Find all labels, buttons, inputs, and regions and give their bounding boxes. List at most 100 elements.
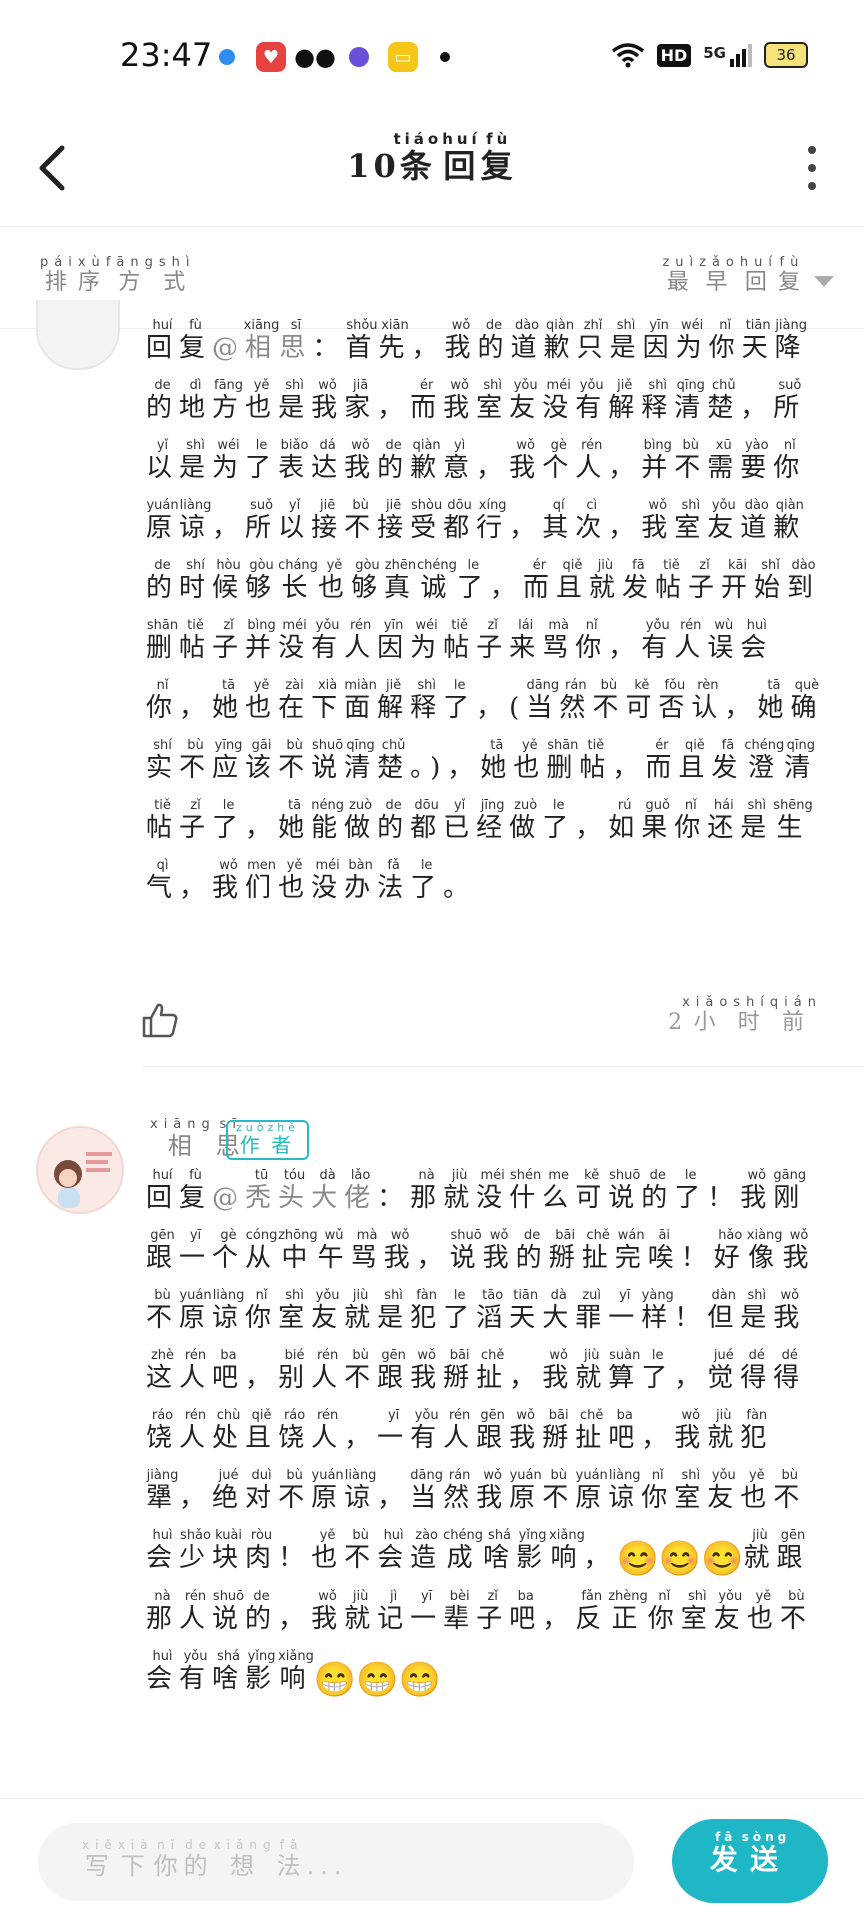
mention-char[interactable]: 大dà — [311, 1168, 344, 1213]
text-char: ， — [278, 1604, 312, 1634]
text-char: 扯chě — [575, 1408, 609, 1453]
text-char: ， — [674, 1363, 708, 1393]
text-char: ... — [306, 1852, 348, 1880]
text-char: 会huì — [740, 618, 774, 663]
like-button[interactable] — [140, 1000, 180, 1040]
text-char: 饶ráo — [278, 1408, 312, 1453]
text-char: ， — [377, 1483, 411, 1513]
text-char: 帖tiě — [579, 738, 613, 783]
avatar[interactable] — [36, 300, 120, 370]
text-char: 并bìng — [641, 438, 675, 483]
mention-char[interactable]: @ — [212, 333, 245, 363]
text-char: 人rén — [179, 1348, 213, 1393]
thumbs-up-icon — [142, 1003, 178, 1038]
app-heart-icon: ♥ — [256, 42, 286, 72]
text-char: 其qí — [542, 498, 576, 543]
text-char: 个gè — [542, 438, 576, 483]
mention-char[interactable]: 相xiāng — [244, 318, 280, 363]
text-char: 滔tāo — [476, 1288, 510, 1333]
text-char: 生shēng — [773, 798, 813, 843]
text-char: 复fù — [179, 318, 213, 363]
text-char: 犯fàn — [740, 1408, 774, 1453]
text-char: 送sòng — [741, 1830, 791, 1876]
text-char: 记jì — [377, 1589, 411, 1634]
text-char: 接jiē — [311, 498, 345, 543]
sort-dropdown[interactable]: 最zuì早zǎo回huí复fù — [662, 255, 834, 296]
mention-char[interactable]: 佬lǎo — [344, 1168, 377, 1213]
text-char: 不bù — [592, 678, 626, 723]
text-char: ！ — [674, 1303, 708, 1333]
text-char: 了le — [674, 1168, 708, 1213]
text-char: 写xiě — [82, 1838, 118, 1880]
text-char: 为wéi — [212, 438, 246, 483]
text-char: 人rén — [179, 1408, 213, 1453]
text-char: 人rén — [575, 438, 609, 483]
text-char: 你nǐ — [146, 678, 180, 723]
comment-input[interactable]: 写xiě下xià你nǐ的de想xiǎng法fǎ... — [38, 1823, 634, 1901]
text-char: 楚chǔ — [707, 378, 741, 423]
emoji: 😊 — [701, 1539, 744, 1579]
text-char: 我wǒ — [443, 378, 477, 423]
text-char: 做zuò — [509, 798, 543, 843]
text-char: 下xià — [311, 678, 345, 723]
text-char: 那nà — [146, 1589, 180, 1634]
avatar[interactable] — [36, 1126, 124, 1214]
avatar-illustration-icon — [38, 1128, 122, 1212]
text-char: 家jiā — [344, 378, 378, 423]
text-char: 前qián — [769, 995, 822, 1035]
text-char: 但dàn — [707, 1288, 741, 1333]
text-char: 不bù — [146, 1288, 180, 1333]
text-char: 天tiān — [509, 1288, 543, 1333]
text-char: 表biǎo — [278, 438, 312, 483]
text-char: 。 — [443, 873, 477, 903]
text-char: 当dāng — [410, 1468, 444, 1513]
text-char: 扯chě — [476, 1348, 510, 1393]
text-char: 我wǒ — [773, 1288, 807, 1333]
text-char: 而ér — [522, 558, 556, 603]
text-char: 了le — [456, 558, 490, 603]
text-char: 谅liàng — [179, 498, 213, 543]
text-char: 回huí — [739, 255, 778, 295]
text-char: 降jiàng — [774, 318, 808, 363]
text-char: 午wǔ — [317, 1228, 351, 1273]
mention-char[interactable]: @ — [212, 1183, 245, 1213]
text-char: 还hái — [707, 798, 741, 843]
text-char: 有yǒu — [575, 378, 609, 423]
text-char: 诚chéng — [416, 558, 457, 603]
text-char: 影yǐng — [516, 1528, 550, 1573]
text-char: 而ér — [410, 378, 444, 423]
emoji: 😁 — [398, 1660, 441, 1700]
text-char: 肉ròu — [245, 1528, 279, 1573]
text-char: 就jiù — [443, 1168, 477, 1213]
text-char: 都dōu — [443, 498, 477, 543]
mention-char[interactable]: 头tóu — [278, 1168, 311, 1213]
text-char: 样yàng — [641, 1288, 675, 1333]
text-char: 一yī — [410, 1589, 444, 1634]
text-char: 时shí — [733, 995, 770, 1035]
text-char: 骂mà — [350, 1228, 384, 1273]
text-char: 帖tiě — [654, 558, 688, 603]
mention-char[interactable]: 秃tū — [245, 1168, 278, 1213]
text-char: 天tiān — [741, 318, 775, 363]
app-blue-dot-icon — [212, 42, 242, 72]
text-char: 可kě — [625, 678, 659, 723]
text-char: 吧ba — [509, 1589, 543, 1634]
more-button[interactable] — [800, 140, 824, 196]
text-char: 且qiě — [245, 1408, 279, 1453]
text-char: 这zhè — [146, 1348, 180, 1393]
text-char: 发fā — [709, 1830, 742, 1876]
text-char: 长cháng — [278, 558, 318, 603]
emoji: 😊 — [658, 1539, 702, 1579]
send-button[interactable]: 发fā送sòng — [672, 1819, 828, 1903]
text-char: ， — [212, 513, 246, 543]
text-char: 所suǒ — [245, 498, 279, 543]
text-char: 她tā — [278, 798, 312, 843]
text-char: 谅liàng — [344, 1468, 378, 1513]
text-char: 次cì — [575, 498, 609, 543]
mention-char[interactable]: 思sī — [279, 318, 312, 363]
text-char: 子zǐ — [212, 618, 246, 663]
text-char: 达dá — [311, 438, 345, 483]
text-char: 的de — [146, 378, 180, 423]
text-char: 的de — [641, 1168, 675, 1213]
text-char: 也yě — [513, 738, 547, 783]
